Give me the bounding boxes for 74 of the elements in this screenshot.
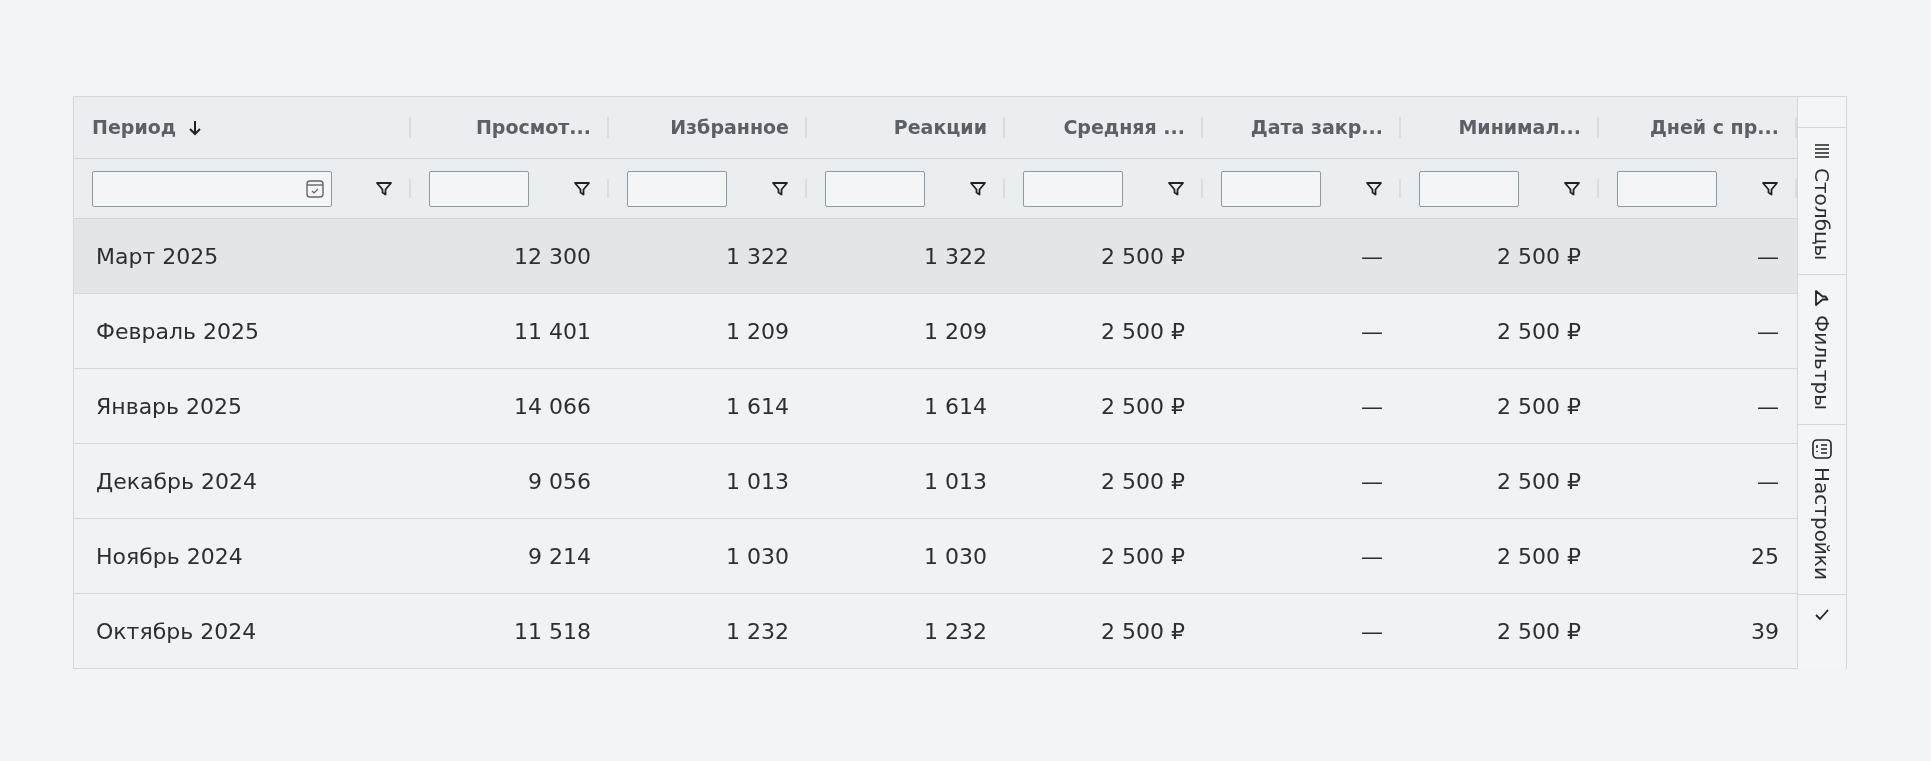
filter-icon[interactable] [1167, 179, 1185, 198]
table-cell-text: 9 056 [528, 467, 591, 496]
table-cell-text: 2 500 ₽ [1497, 467, 1581, 496]
table-cell-text: — [1757, 467, 1779, 496]
table-cell-text: — [1361, 317, 1383, 346]
table-cell-text: 12 300 [514, 242, 591, 271]
table-cell-text: 1 209 [726, 317, 789, 346]
filter-icon[interactable] [1365, 179, 1383, 198]
filter-icon[interactable] [375, 179, 393, 198]
filter-icon[interactable] [969, 179, 987, 198]
table-cell-text: 1 614 [924, 392, 987, 421]
table-cell-text: 1 614 [726, 392, 789, 421]
table-cell-text: 1 322 [924, 242, 987, 271]
table-cell-text: 2 500 ₽ [1101, 617, 1185, 646]
table-cell-text: 1 013 [726, 467, 789, 496]
filter-field[interactable] [1023, 170, 1123, 207]
table-cell-text: 1 013 [924, 467, 987, 496]
date-filter-field[interactable] [92, 170, 332, 207]
side-panel-tab[interactable]: Фильтры [1798, 275, 1846, 426]
settings-icon[interactable] [1812, 439, 1832, 460]
table-cell-text: 11 401 [514, 317, 591, 346]
table-cell-text: 1 232 [726, 617, 789, 646]
table-cell-text: 1 232 [924, 617, 987, 646]
table-cell-text: 1 030 [924, 542, 987, 571]
table-cell-text: 2 500 ₽ [1101, 467, 1185, 496]
column-header[interactable]: Период [92, 113, 177, 142]
table-cell-text: 2 500 ₽ [1101, 317, 1185, 346]
table-cell-text: — [1361, 242, 1383, 271]
filter-field[interactable] [429, 170, 529, 207]
table-cell-text: — [1757, 392, 1779, 421]
side-panel-tab[interactable]: Столбцы [1798, 128, 1846, 276]
table-cell-text: — [1361, 467, 1383, 496]
filter-field[interactable] [1419, 170, 1519, 207]
table-cell-text: 11 518 [514, 617, 591, 646]
filter-icon[interactable] [1813, 289, 1831, 308]
table-cell-text: 14 066 [514, 392, 591, 421]
table-cell-text: — [1757, 242, 1779, 271]
table-cell-text: 39 [1751, 617, 1779, 646]
table-cell-text: 1 209 [924, 317, 987, 346]
table-cell-text: 2 500 ₽ [1101, 242, 1185, 271]
table-cell-text: 2 500 ₽ [1101, 392, 1185, 421]
table-cell-text: 2 500 ₽ [1497, 317, 1581, 346]
table-cell-text: 25 [1751, 542, 1779, 571]
table-cell-text: 1 030 [726, 542, 789, 571]
table-cell-text: — [1361, 617, 1383, 646]
filter-icon[interactable] [771, 179, 789, 198]
filter-icon[interactable] [1761, 179, 1779, 198]
filter-icon[interactable] [573, 179, 591, 198]
filter-icon[interactable] [1563, 179, 1581, 198]
sort-arrow-icon[interactable] [188, 118, 203, 137]
table-cell-text: 2 500 ₽ [1497, 617, 1581, 646]
table-cell-text: 9 214 [528, 542, 591, 571]
table-cell-text: 2 500 ₽ [1497, 542, 1581, 571]
table-cell-text: — [1361, 392, 1383, 421]
table-cell-text: — [1361, 542, 1383, 571]
columns-icon[interactable] [1813, 142, 1831, 160]
filter-field[interactable] [627, 170, 727, 207]
check-icon [1814, 608, 1830, 623]
filter-field[interactable] [1221, 170, 1321, 207]
table-cell-text: Январь 2025 [96, 392, 243, 421]
side-panel-tab[interactable]: Настройки [1798, 425, 1846, 596]
table-cell-text: 2 500 ₽ [1497, 242, 1581, 271]
table-cell-text: 2 500 ₽ [1497, 392, 1581, 421]
calendar-icon[interactable] [305, 178, 325, 199]
table-cell-text: 2 500 ₽ [1101, 542, 1185, 571]
table-cell-text: Декабрь 2024 [96, 467, 257, 496]
table-cell-text: Ноябрь 2024 [96, 542, 243, 571]
table-cell-text: Март 2025 [96, 242, 219, 271]
filter-field[interactable] [825, 170, 925, 207]
table-cell-text: 1 322 [726, 242, 789, 271]
table-cell-text: — [1757, 317, 1779, 346]
table-cell-text: Октябрь 2024 [96, 617, 257, 646]
table-cell-text: Февраль 2025 [96, 317, 259, 346]
filter-field[interactable] [1617, 170, 1717, 207]
